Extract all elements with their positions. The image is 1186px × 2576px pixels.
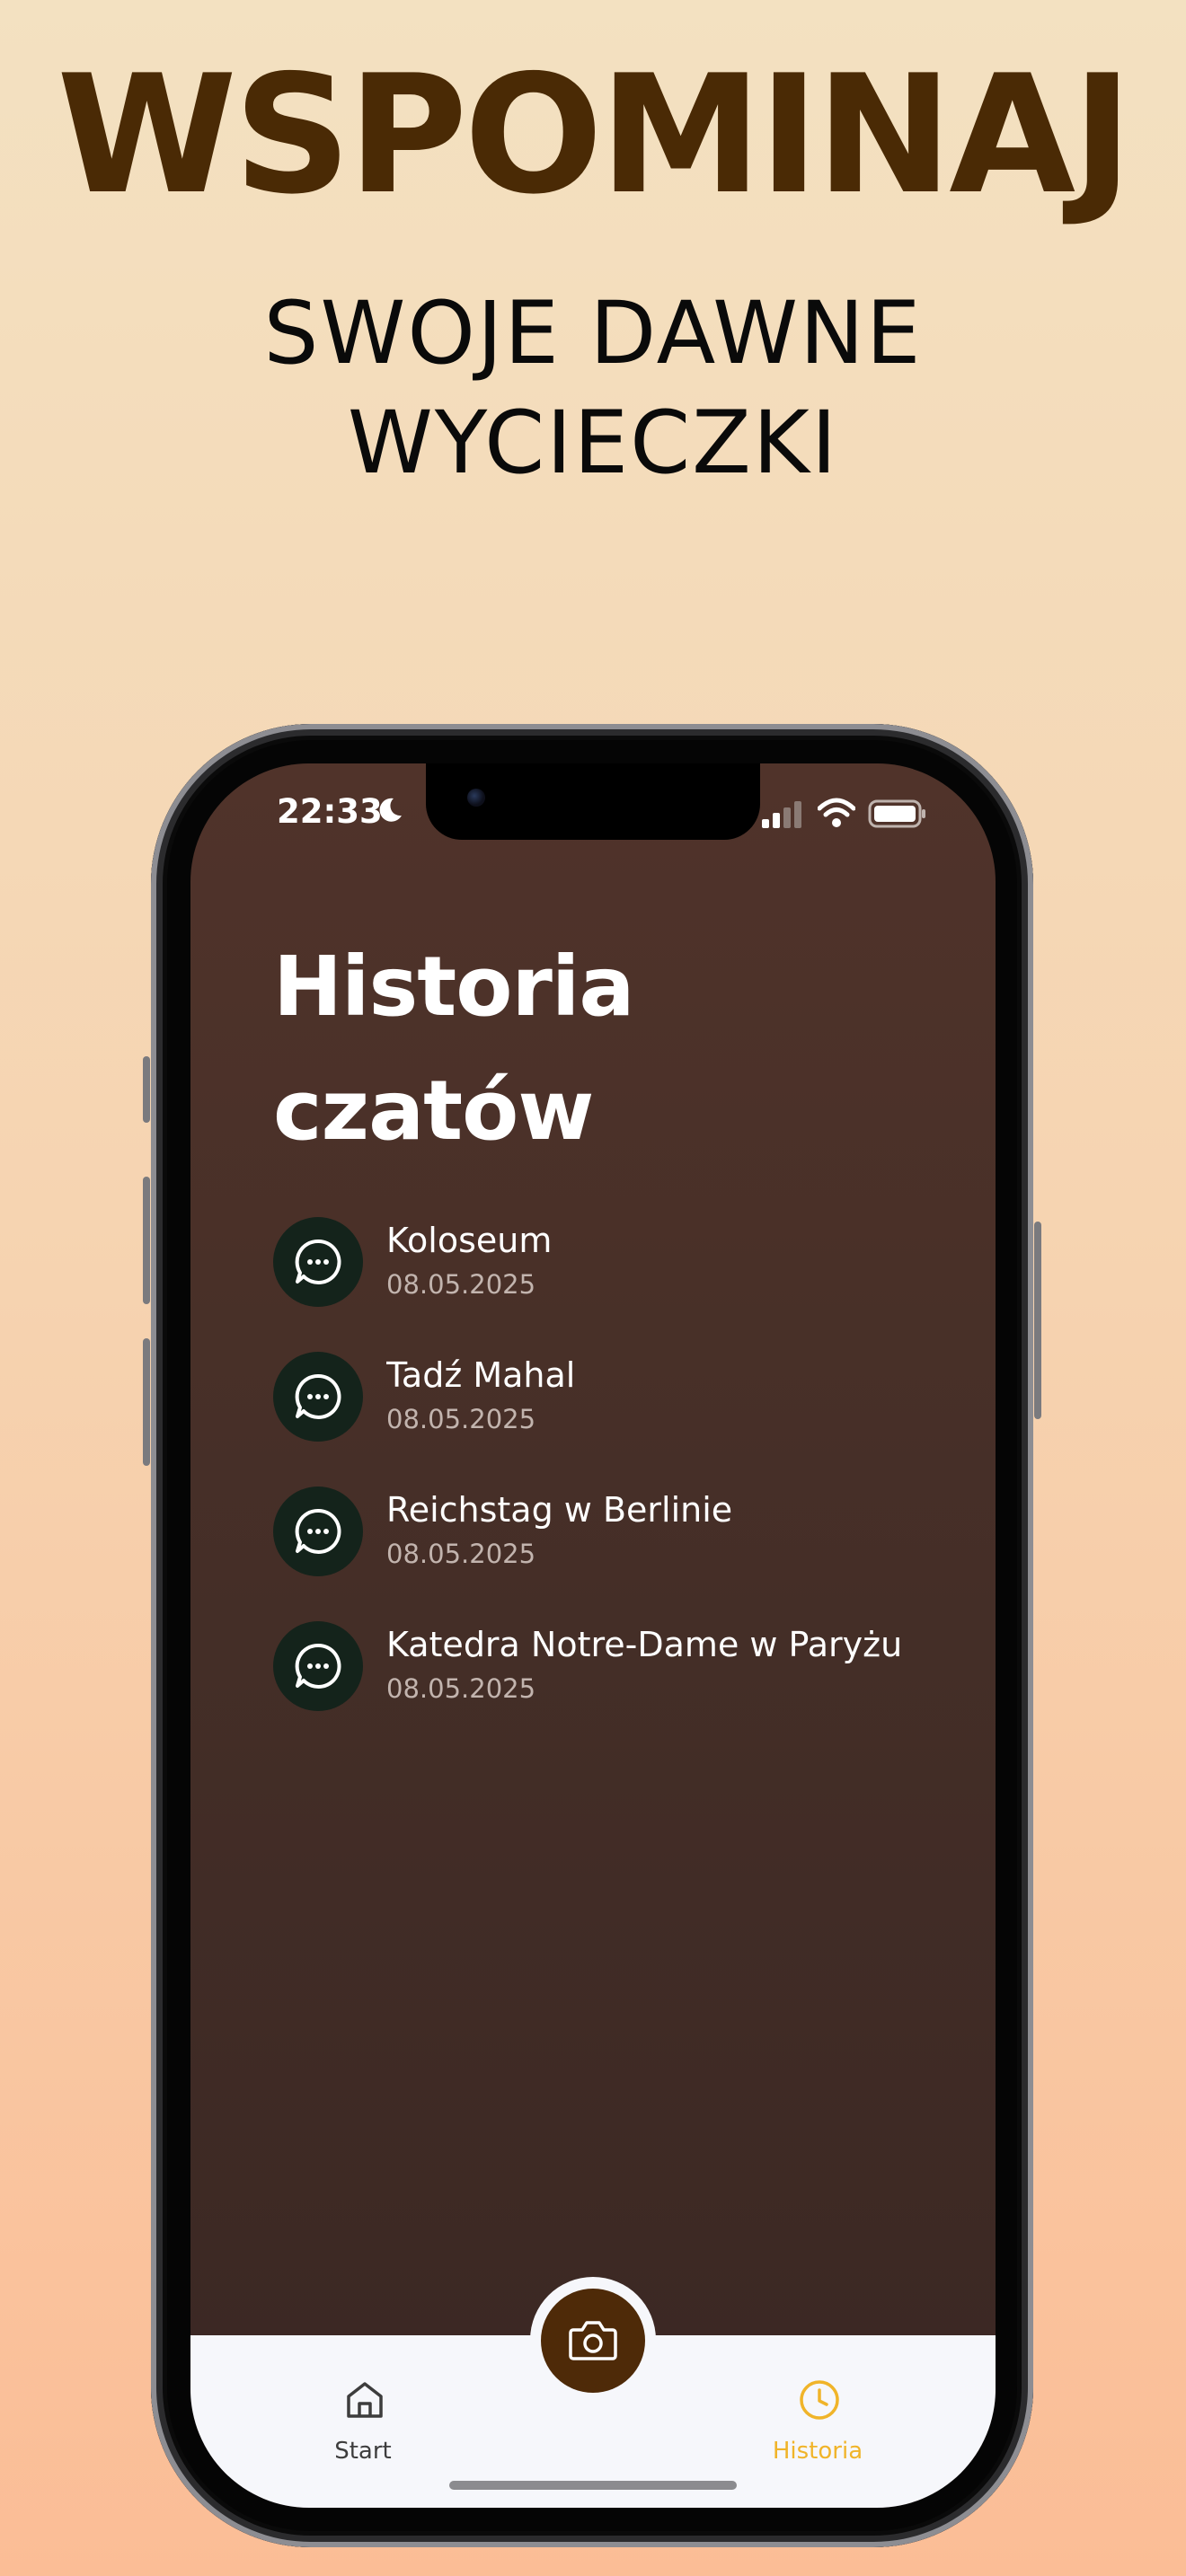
chat-date: 08.05.2025 [386,1269,536,1300]
notch [426,763,760,840]
tab-history[interactable]: Historia [746,2378,890,2477]
chat-bubble-dots-icon [295,1643,341,1689]
battery-icon [868,799,925,828]
chat-date: 08.05.2025 [386,1673,536,1704]
front-camera [467,789,485,807]
chat-title: Reichstag w Berlinie [386,1490,733,1530]
phone-side-button [143,1177,150,1304]
chat-title: Katedra Notre-Dame w Paryżu [386,1625,903,1664]
phone-side-button [143,1338,150,1466]
tab-start-label: Start [334,2438,392,2465]
status-time: 22:33 [277,792,383,831]
chat-title: Tadź Mahal [386,1355,576,1395]
clock-icon [800,2380,839,2420]
phone-side-button [1034,1222,1041,1419]
chat-history-item[interactable]: Tadź Mahal 08.05.2025 [273,1352,956,1486]
chat-date: 08.05.2025 [386,1404,536,1434]
home-indicator[interactable] [449,2481,737,2490]
camera-button[interactable] [541,2289,645,2393]
tab-start[interactable]: Start [291,2378,435,2477]
wifi-icon [818,798,855,827]
chat-avatar [273,1621,363,1711]
chat-history-item[interactable]: Reichstag w Berlinie 08.05.2025 [273,1486,956,1621]
chat-title: Koloseum [386,1221,553,1260]
camera-icon [569,2321,617,2360]
subheadline-line-1: SWOJE DAWNE [263,283,923,384]
chat-avatar [273,1486,363,1576]
home-icon [347,2382,383,2418]
app-screen: 22:33 Historia czatów Koloseum 08.05.202… [190,763,996,2508]
headline: WSPOMINAJ [57,40,1133,230]
moon-icon [379,798,402,822]
chat-history-item[interactable]: Koloseum 08.05.2025 [273,1217,956,1352]
chat-bubble-dots-icon [295,1373,341,1419]
page-title-line-1: Historia [273,939,634,1035]
phone-side-button [143,1056,150,1123]
chat-avatar [273,1352,363,1442]
cellular-signal-icon [762,801,801,828]
page-title-line-2: czatów [273,1063,594,1159]
chat-date: 08.05.2025 [386,1539,536,1569]
chat-bubble-dots-icon [295,1239,341,1284]
page-title: Historia czatów [273,925,634,1173]
tab-history-label: Historia [772,2438,863,2465]
chat-avatar [273,1217,363,1307]
subheadline: SWOJE DAWNE WYCIECZKI [0,278,1186,498]
chat-bubble-dots-icon [295,1508,341,1554]
chat-history-list: Koloseum 08.05.2025 Tadź Mahal 08.05.202… [273,1217,956,1756]
chat-history-item[interactable]: Katedra Notre-Dame w Paryżu 08.05.2025 [273,1621,956,1756]
subheadline-line-2: WYCIECZKI [347,393,839,493]
